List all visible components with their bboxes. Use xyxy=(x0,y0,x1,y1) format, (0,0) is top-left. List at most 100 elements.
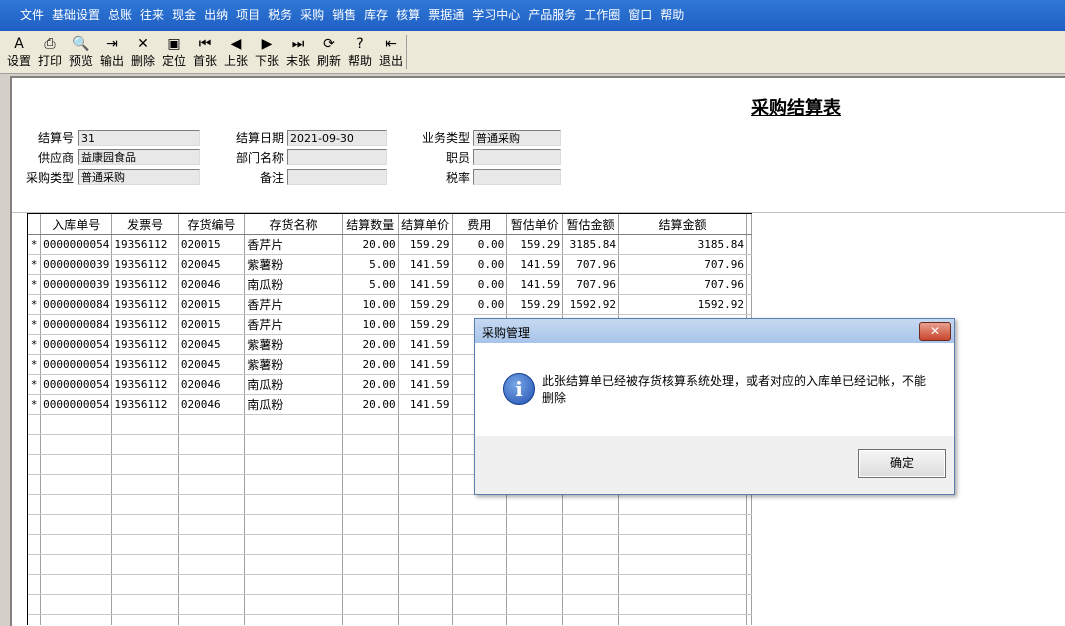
supplier-field[interactable]: 益康园食品 xyxy=(78,149,200,165)
item-code-cell[interactable]: 020046 xyxy=(178,394,246,415)
receipt-no-cell[interactable]: 0000000054 xyxy=(40,234,113,255)
empty-cell[interactable] xyxy=(178,534,246,555)
column-header[interactable]: 结算数量 xyxy=(342,214,399,235)
qty-cell[interactable]: 5.00 xyxy=(342,274,399,295)
qty-cell[interactable]: 20.00 xyxy=(342,374,399,395)
empty-cell[interactable] xyxy=(452,514,508,535)
price-cell[interactable]: 141.59 xyxy=(398,334,453,355)
empty-row[interactable] xyxy=(28,614,752,625)
column-header[interactable]: 结算金额 xyxy=(618,214,748,235)
empty-cell[interactable] xyxy=(562,574,619,595)
est-price-cell[interactable]: 159.29 xyxy=(506,234,564,255)
menu-item[interactable]: 出纳 xyxy=(204,7,228,23)
fee-cell[interactable]: 0.00 xyxy=(452,274,508,295)
purchase-type-field[interactable]: 普通采购 xyxy=(78,169,200,185)
qty-cell[interactable]: 10.00 xyxy=(342,294,399,315)
empty-cell[interactable] xyxy=(506,614,564,625)
qty-cell[interactable]: 5.00 xyxy=(342,254,399,275)
empty-cell[interactable] xyxy=(28,614,42,625)
receipt-no-cell[interactable]: 0000000084 xyxy=(40,314,113,335)
column-header[interactable]: 存货编号 xyxy=(178,214,246,235)
empty-cell[interactable] xyxy=(244,554,343,575)
empty-cell[interactable] xyxy=(618,574,748,595)
item-name-cell[interactable]: 香芹片 xyxy=(244,314,343,335)
price-cell[interactable]: 141.59 xyxy=(398,254,453,275)
est-price-cell[interactable]: 141.59 xyxy=(506,254,564,275)
empty-cell[interactable] xyxy=(28,434,42,455)
item-name-cell[interactable]: 紫薯粉 xyxy=(244,354,343,375)
empty-cell[interactable] xyxy=(398,574,453,595)
menu-item[interactable]: 学习中心 xyxy=(472,7,520,23)
empty-row[interactable] xyxy=(28,494,752,515)
menu-item[interactable]: 销售 xyxy=(332,7,356,23)
price-cell[interactable]: 159.29 xyxy=(398,294,453,315)
empty-cell[interactable] xyxy=(244,434,343,455)
empty-cell[interactable] xyxy=(28,414,42,435)
toolbar-button-prev[interactable]: ◀ 上张 xyxy=(222,35,250,71)
column-header[interactable]: 暂估金额 xyxy=(562,214,619,235)
empty-cell[interactable] xyxy=(618,594,748,615)
receipt-no-cell[interactable]: 0000000054 xyxy=(40,354,113,375)
toolbar-button-locate[interactable]: ▣ 定位 xyxy=(160,35,188,71)
empty-cell[interactable] xyxy=(452,494,508,515)
empty-cell[interactable] xyxy=(111,494,179,515)
item-code-cell[interactable]: 020045 xyxy=(178,254,246,275)
empty-cell[interactable] xyxy=(746,534,752,555)
empty-cell[interactable] xyxy=(111,514,179,535)
empty-cell[interactable] xyxy=(398,534,453,555)
price-cell[interactable]: 159.29 xyxy=(398,234,453,255)
menu-item[interactable]: 窗口 xyxy=(628,7,652,23)
toolbar-button-next[interactable]: ▶ 下张 xyxy=(253,35,281,71)
empty-cell[interactable] xyxy=(178,574,246,595)
fee-cell[interactable]: 0.00 xyxy=(452,254,508,275)
table-row[interactable]: * 0000000039 19356112 020046 南瓜粉 5.00 141.59 0.… xyxy=(28,274,752,295)
item-code-cell[interactable]: 020045 xyxy=(178,354,246,375)
empty-cell[interactable] xyxy=(562,534,619,555)
empty-cell[interactable] xyxy=(506,574,564,595)
est-amount-cell[interactable]: 1592.92 xyxy=(562,294,619,315)
column-header[interactable]: 存货名称 xyxy=(244,214,343,235)
empty-cell[interactable] xyxy=(342,514,399,535)
est-amount-cell[interactable]: 707.96 xyxy=(562,254,619,275)
empty-cell[interactable] xyxy=(618,614,748,625)
amount-cell[interactable]: 707.96 xyxy=(618,274,748,295)
empty-cell[interactable] xyxy=(506,594,564,615)
est-price-cell[interactable]: 159.29 xyxy=(506,294,564,315)
empty-cell[interactable] xyxy=(40,494,113,515)
fee-cell[interactable]: 0.00 xyxy=(452,294,508,315)
empty-cell[interactable] xyxy=(562,594,619,615)
qty-cell[interactable]: 20.00 xyxy=(342,334,399,355)
empty-cell[interactable] xyxy=(398,594,453,615)
invoice-no-cell[interactable]: 19356112 xyxy=(111,234,179,255)
tax-rate-field[interactable] xyxy=(473,169,561,185)
empty-cell[interactable] xyxy=(562,554,619,575)
empty-cell[interactable] xyxy=(28,514,42,535)
item-name-cell[interactable]: 香芹片 xyxy=(244,294,343,315)
empty-cell[interactable] xyxy=(506,554,564,575)
empty-cell[interactable] xyxy=(244,514,343,535)
empty-cell[interactable] xyxy=(28,474,42,495)
qty-cell[interactable]: 20.00 xyxy=(342,394,399,415)
empty-cell[interactable] xyxy=(111,474,179,495)
empty-cell[interactable] xyxy=(342,414,399,435)
price-cell[interactable]: 141.59 xyxy=(398,274,453,295)
menu-item[interactable]: 采购 xyxy=(300,7,324,23)
toolbar-button-delete[interactable]: ✕ 删除 xyxy=(129,35,157,71)
empty-cell[interactable] xyxy=(342,434,399,455)
toolbar-button-print[interactable]: ⎙ 打印 xyxy=(36,35,64,71)
invoice-no-cell[interactable]: 19356112 xyxy=(111,394,179,415)
menu-item[interactable]: 往来 xyxy=(140,7,164,23)
amount-cell[interactable]: 1592.92 xyxy=(618,294,748,315)
empty-cell[interactable] xyxy=(398,614,453,625)
empty-cell[interactable] xyxy=(342,614,399,625)
table-row[interactable]: * 0000000054 19356112 020015 香芹片 20.00 159.29 0… xyxy=(28,234,752,255)
empty-cell[interactable] xyxy=(111,594,179,615)
item-code-cell[interactable]: 020015 xyxy=(178,314,246,335)
qty-cell[interactable]: 20.00 xyxy=(342,354,399,375)
empty-cell[interactable] xyxy=(40,454,113,475)
fee-cell[interactable]: 0.00 xyxy=(452,234,508,255)
empty-cell[interactable] xyxy=(342,594,399,615)
dept-field[interactable] xyxy=(287,149,387,165)
empty-cell[interactable] xyxy=(342,454,399,475)
empty-cell[interactable] xyxy=(111,534,179,555)
